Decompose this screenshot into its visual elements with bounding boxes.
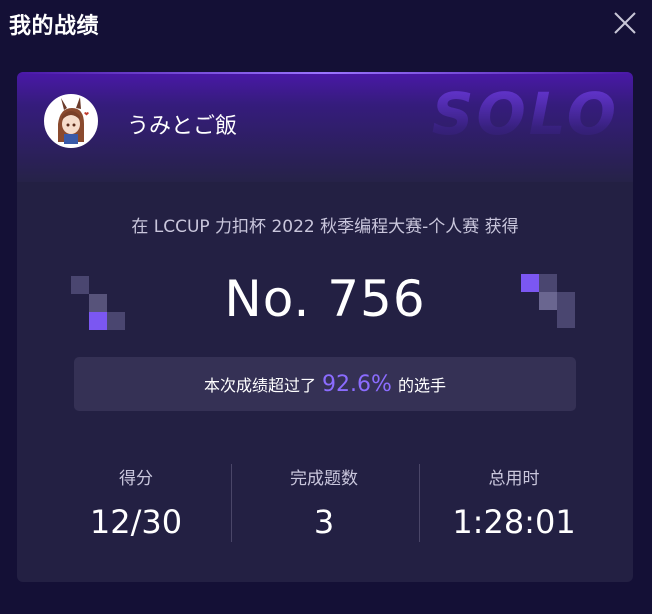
username: うみとご飯: [127, 114, 238, 139]
close-icon: [614, 12, 636, 34]
event-description: 在 LCCUP 力扣杯 2022 秋季编程大赛-个人赛 获得: [131, 217, 519, 237]
result-card: SOLO ❤ うみとご飯 在 LCCUP 力扣杯 2022 秋季编程大赛-个人赛…: [17, 72, 633, 582]
stat-value: 3: [313, 503, 335, 541]
banner-suffix: 的选手: [397, 376, 446, 395]
percentile-banner: 本次成绩超过了 92.6% 的选手: [74, 357, 576, 411]
stat-score: 得分 12/30: [51, 464, 221, 541]
stat-time: 总用时 1:28:01: [429, 464, 599, 541]
pixel-decoration-right: [521, 274, 575, 328]
close-button[interactable]: [612, 10, 638, 36]
stat-divider: [231, 464, 232, 542]
stat-divider: [419, 464, 420, 542]
stat-solved: 完成题数 3: [239, 464, 409, 541]
solo-watermark: SOLO: [431, 80, 619, 148]
avatar: ❤: [44, 94, 98, 148]
percentile-value: 92.6%: [322, 371, 392, 397]
stats-row: 得分 12/30 完成题数 3 总用时 1:28:01: [17, 464, 633, 544]
anime-avatar: ❤: [46, 96, 96, 146]
page-title: 我的战绩: [9, 14, 100, 39]
stat-label: 得分: [119, 469, 153, 489]
stat-label: 总用时: [488, 469, 540, 489]
stat-value: 1:28:01: [452, 503, 576, 541]
banner-prefix: 本次成绩超过了: [204, 376, 317, 395]
stat-value: 12/30: [89, 503, 183, 541]
svg-text:❤: ❤: [84, 111, 89, 118]
stat-label: 完成题数: [290, 469, 358, 489]
